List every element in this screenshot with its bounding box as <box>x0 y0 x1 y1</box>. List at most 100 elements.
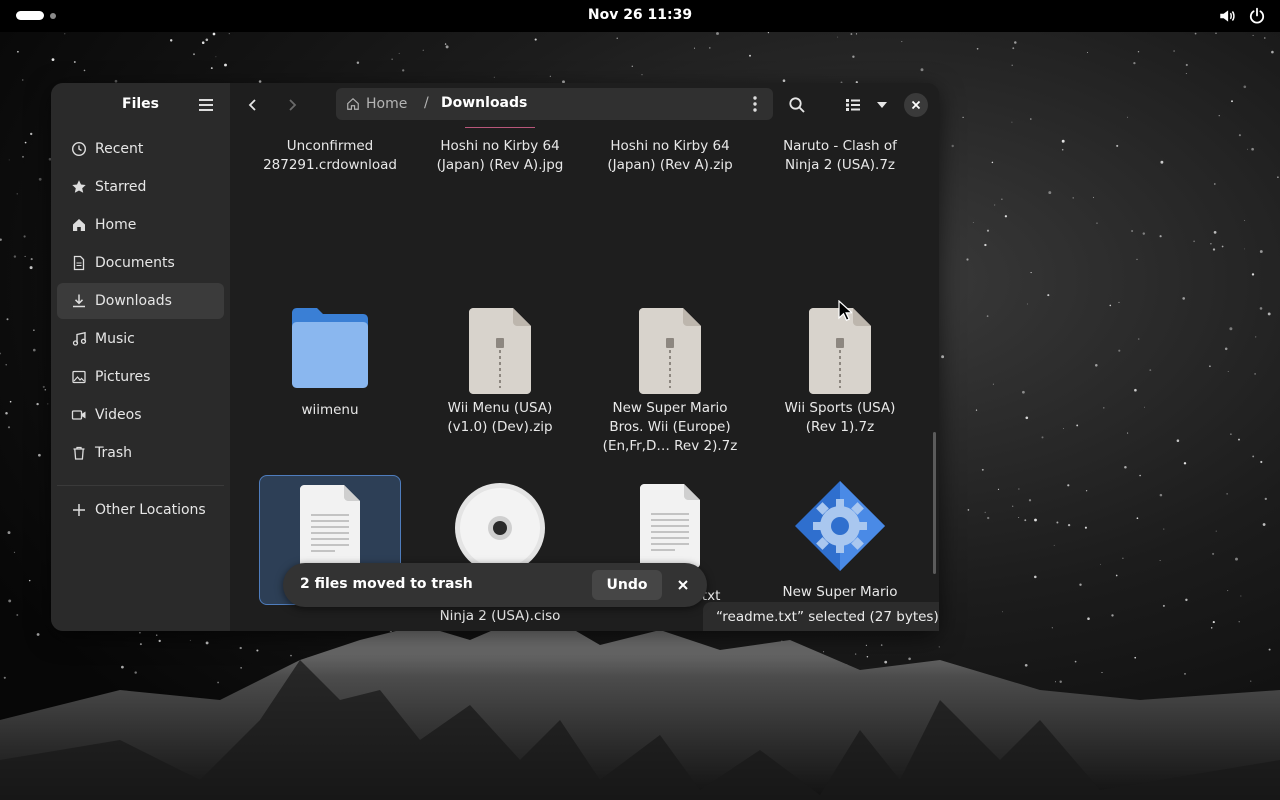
star-dot <box>239 646 242 650</box>
star-dot <box>1084 526 1087 529</box>
close-window-button[interactable] <box>904 93 928 117</box>
star-dot <box>1124 465 1127 469</box>
star-dot <box>1159 235 1162 238</box>
star-dot <box>1238 438 1240 441</box>
sidebar-item-home[interactable]: Home <box>57 207 224 243</box>
breadcrumb-home-label: Home <box>366 96 408 112</box>
star-dot <box>1067 484 1070 487</box>
star-dot <box>1067 523 1071 527</box>
star-dot <box>1271 50 1274 54</box>
star-dot <box>290 654 292 657</box>
sidebar-item-documents[interactable]: Documents <box>57 245 224 281</box>
sidebar-item-trash[interactable]: Trash <box>57 435 224 471</box>
star-dot <box>201 41 205 44</box>
star-dot <box>1183 462 1187 465</box>
sidebar-item-other-locations[interactable]: Other Locations <box>57 492 224 528</box>
file-item[interactable]: Unconfirmed 287291.crdownload <box>259 127 401 175</box>
file-item-folder[interactable]: wiimenu <box>259 305 401 420</box>
star-dot <box>1095 364 1098 367</box>
star-dot <box>1212 552 1215 555</box>
star-dot <box>44 388 47 391</box>
star-dot <box>997 488 1000 491</box>
back-button[interactable] <box>241 93 265 117</box>
file-item[interactable]: Wii Sports (USA) (Rev 1).7z <box>769 308 911 437</box>
star-dot <box>155 634 158 636</box>
sidebar-header: Files <box>51 83 230 127</box>
star-dot <box>1051 627 1053 629</box>
star-dot <box>991 161 994 164</box>
download-icon <box>73 294 85 308</box>
star-dot <box>850 33 853 35</box>
selection-status: “readme.txt” selected (27 bytes) <box>703 602 939 631</box>
sidebar-item-downloads[interactable]: Downloads <box>57 283 224 319</box>
view-list-button[interactable] <box>841 93 865 117</box>
star-dot <box>1231 100 1233 103</box>
disc-icon <box>455 483 545 573</box>
star-dot <box>1229 327 1233 331</box>
star-dot <box>1173 50 1175 52</box>
star-dot <box>1163 528 1165 530</box>
sidebar-item-label: Starred <box>95 179 147 195</box>
sidebar-item-pictures[interactable]: Pictures <box>57 359 224 395</box>
star-dot <box>1238 621 1240 623</box>
star-dot <box>1122 557 1124 560</box>
sidebar-item-label: Videos <box>95 407 142 423</box>
star-dot <box>1185 63 1188 67</box>
file-item[interactable]: Hoshi no Kirby 64 (Japan) (Rev A).zip <box>599 127 741 175</box>
star-dot <box>1139 474 1141 477</box>
search-icon <box>789 97 805 113</box>
trash-icon <box>73 446 85 460</box>
file-item[interactable]: New Super Mario Bros. Wii (Europe) (En,F… <box>599 308 741 456</box>
star-dot <box>28 579 31 582</box>
file-item[interactable]: Hoshi no Kirby 64 (Japan) (Rev A).jpg <box>429 127 571 175</box>
main-menu-icon[interactable] <box>195 95 217 115</box>
archive-icon <box>469 308 531 394</box>
system-tray[interactable] <box>1218 7 1266 25</box>
sidebar-item-recent[interactable]: Recent <box>57 131 224 167</box>
star-dot <box>1030 272 1032 274</box>
file-item[interactable]: Wii Menu (USA) (v1.0) (Dev).zip <box>429 308 571 437</box>
star-dot <box>402 69 405 72</box>
star-dot <box>1079 583 1082 586</box>
star-dot <box>42 385 45 388</box>
star-dot <box>1002 611 1003 613</box>
clock[interactable]: Nov 26 11:39 <box>0 7 1280 23</box>
breadcrumb-current[interactable]: Downloads <box>441 95 527 111</box>
close-icon[interactable] <box>675 577 691 593</box>
star-dot <box>1018 517 1020 518</box>
star-dot <box>631 65 634 68</box>
file-name: New Super Mario Bros. Wii (Europe) (En,F… <box>602 400 738 454</box>
forward-button[interactable] <box>280 93 304 117</box>
star-dot <box>1252 455 1255 458</box>
sidebar-item-videos[interactable]: Videos <box>57 397 224 433</box>
image-thumbnail-icon <box>465 127 535 128</box>
star-dot <box>51 58 55 61</box>
star-dot <box>1059 680 1062 683</box>
star-dot <box>1012 47 1015 50</box>
home-icon <box>347 97 359 110</box>
plus-icon <box>73 504 85 516</box>
star-dot <box>1096 222 1098 224</box>
star-dot <box>693 47 696 49</box>
star-dot <box>1268 648 1271 651</box>
folder-menu-button[interactable] <box>746 94 764 114</box>
star-dot <box>1227 590 1229 592</box>
sidebar-item-music[interactable]: Music <box>57 321 224 357</box>
breadcrumb-home[interactable]: Home <box>346 94 407 114</box>
kebab-menu-icon <box>753 96 757 112</box>
view-options-button[interactable] <box>870 93 894 117</box>
star-dot <box>709 47 711 49</box>
file-item[interactable]: Naruto - Clash of Ninja 2 (USA).7z <box>769 127 911 175</box>
undo-button[interactable]: Undo <box>592 570 662 600</box>
star-dot <box>1048 191 1052 195</box>
scrollbar-thumb[interactable] <box>933 432 936 574</box>
sidebar-item-starred[interactable]: Starred <box>57 169 224 205</box>
star-dot <box>1267 312 1271 316</box>
sidebar: Files Recent Starred Home Documents Down… <box>51 83 230 631</box>
file-grid[interactable]: Unconfirmed 287291.crdownload Hoshi no K… <box>230 127 939 631</box>
search-button[interactable] <box>785 93 809 117</box>
star-dot <box>210 67 213 70</box>
star-dot <box>1254 373 1256 375</box>
star-dot <box>1251 147 1254 151</box>
star-dot <box>189 639 191 641</box>
